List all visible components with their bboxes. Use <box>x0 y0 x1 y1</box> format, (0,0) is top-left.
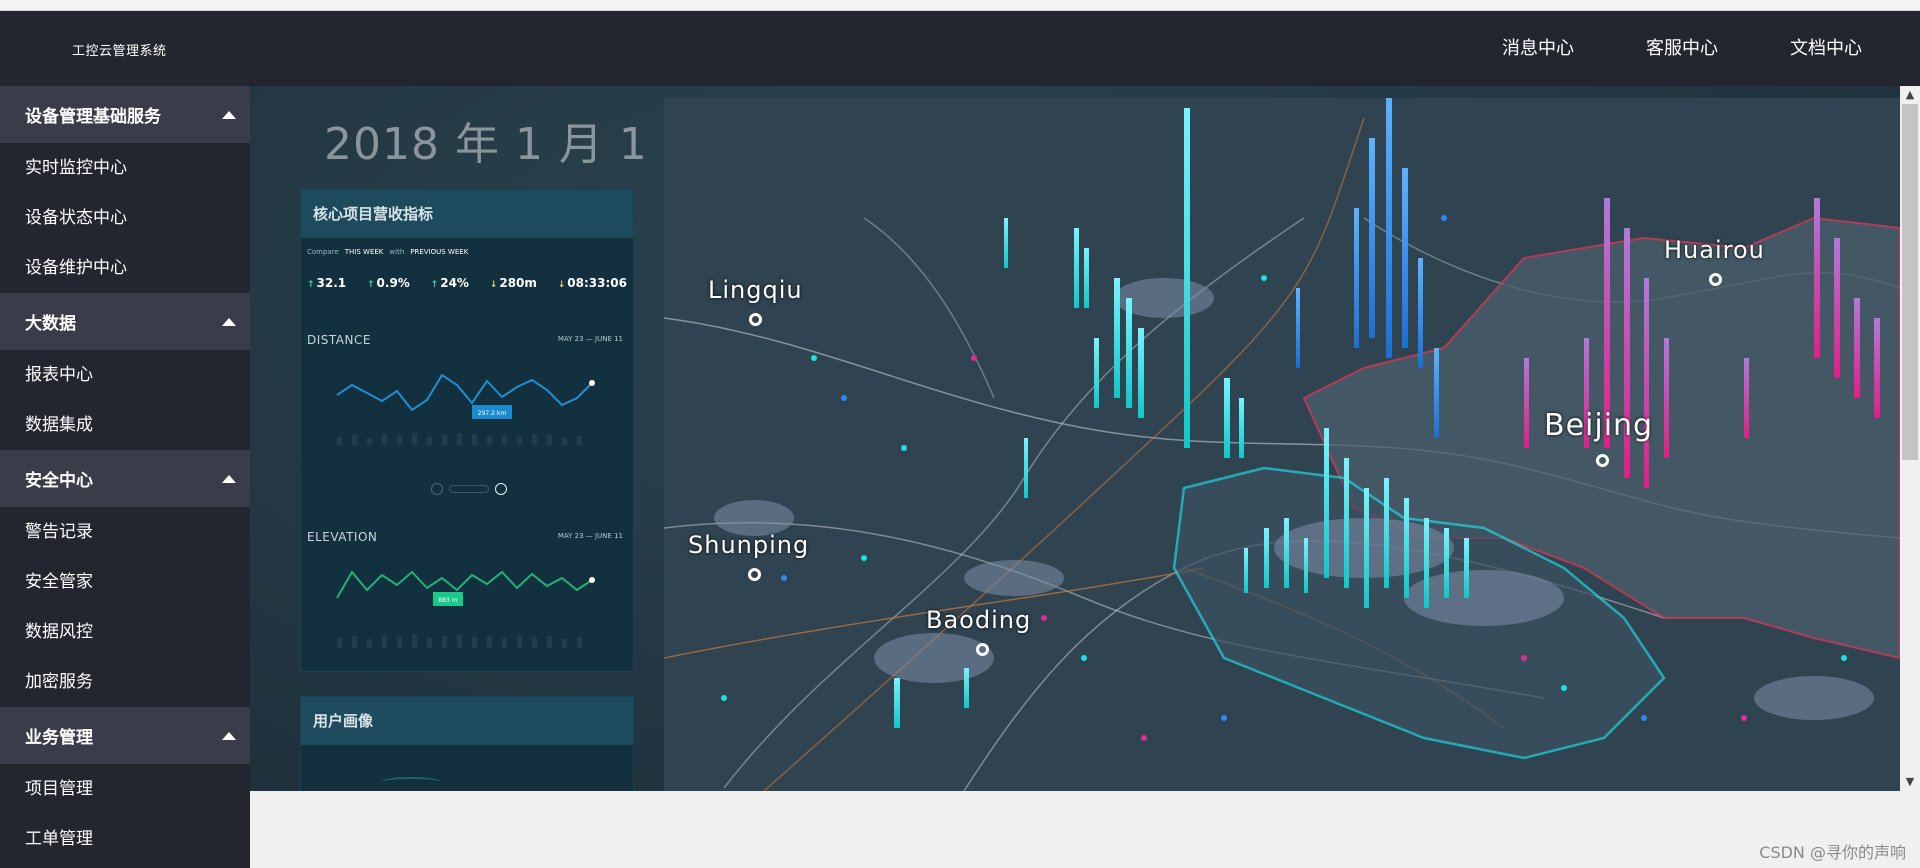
arrow-down-icon: ↓ <box>489 280 498 290</box>
city-marker-lingqiu <box>749 313 762 326</box>
menu-item-project-management[interactable]: 项目管理 <box>0 764 250 814</box>
stat-value: 24% <box>440 276 469 290</box>
menu-item-report-center[interactable]: 报表中心 <box>0 350 250 400</box>
arrow-up-icon: ↑ <box>307 280 315 290</box>
stats-row: ↑ 32.1 ↑ 0.9% ↑ 24% ↓ 280m ↓ 08:33:06 <box>307 276 627 290</box>
menu-group-title: 业务管理 <box>25 728 93 748</box>
caret-up-icon <box>222 110 236 119</box>
map-label-lingqiu: Lingqiu <box>708 276 803 304</box>
date-title: 2018 年 1 月 1 日 <box>324 119 708 170</box>
distance-bars <box>337 433 582 445</box>
nav-document-center[interactable]: 文档中心 <box>1762 11 1890 86</box>
arrow-up-icon: ↑ <box>430 280 439 290</box>
nav-message-center[interactable]: 消息中心 <box>1474 11 1602 86</box>
menu-group-title: 大数据 <box>25 314 76 334</box>
menu-group-security-center[interactable]: 安全中心 <box>0 450 250 507</box>
stat-value: 32.1 <box>316 276 347 290</box>
menu-item-realtime-monitor[interactable]: 实时监控中心 <box>0 143 250 193</box>
compare-row: Compare THIS WEEK with PREVIOUS WEEK <box>307 248 468 256</box>
panel-title: 核心项目营收指标 <box>301 190 633 238</box>
menu-group-title: 安全中心 <box>25 471 93 491</box>
city-marker-baoding <box>976 643 989 656</box>
menu-group-device-management[interactable]: 设备管理基础服务 <box>0 86 250 143</box>
city-marker-shunping <box>748 568 761 581</box>
stat-item: ↑ 0.9% <box>367 276 410 290</box>
menu-group-business-management[interactable]: 业务管理 <box>0 707 250 764</box>
stat-value: 280m <box>499 276 537 290</box>
elevation-tooltip: 883 m <box>438 597 457 604</box>
compare-this-week[interactable]: THIS WEEK <box>345 248 384 256</box>
beijing-3d-map: Lingqiu Huairou Beijing Shunping Baoding <box>664 98 1900 791</box>
distance-range: MAY 23 — JUNE 11 <box>557 335 623 343</box>
menu-item-security-keeper[interactable]: 安全管家 <box>0 557 250 607</box>
stat-value: 0.9% <box>376 276 410 290</box>
elevation-range: MAY 23 — JUNE 11 <box>557 532 623 540</box>
distance-endpoint <box>589 380 595 386</box>
map-graphics <box>664 98 1900 791</box>
arrow-down-icon: ↓ <box>557 280 566 290</box>
main-content: 2018 年 1 月 1 日 核心项目营收指标 Compare THIS WEE… <box>250 86 1920 791</box>
compare-label: Compare <box>307 248 339 256</box>
arrow-up-icon: ↑ <box>367 280 375 290</box>
vertical-scrollbar[interactable]: ▲ ▼ <box>1900 86 1920 791</box>
caret-up-icon <box>222 474 236 483</box>
next-page-button[interactable] <box>495 483 507 495</box>
user-profile-panel: 用户画像 <box>300 696 634 791</box>
content-footer-area <box>250 791 1920 868</box>
elevation-chart-title: ELEVATION <box>307 530 378 544</box>
stat-item: ↓ 280m <box>490 276 537 290</box>
map-label-huairou: Huairou <box>1664 236 1765 264</box>
csdn-watermark: CSDN @寻你的声响 <box>1759 843 1906 862</box>
map-label-baoding: Baoding <box>926 606 1032 634</box>
menu-item-device-status[interactable]: 设备状态中心 <box>0 193 250 243</box>
stat-item: ↓ 08:33:06 <box>558 276 627 290</box>
menu-group-title: 设备管理基础服务 <box>25 107 161 127</box>
menu-item-data-integration[interactable]: 数据集成 <box>0 400 250 450</box>
elevation-line-chart: 883 m <box>336 570 595 648</box>
scroll-thumb[interactable] <box>1902 104 1918 460</box>
stat-item: ↑ 24% <box>431 276 469 290</box>
menu-item-device-maintenance[interactable]: 设备维护中心 <box>0 243 250 293</box>
dashboard-image: 2018 年 1 月 1 日 核心项目营收指标 Compare THIS WEE… <box>250 86 1900 791</box>
city-marker-huairou <box>1709 273 1722 286</box>
elevation-line <box>336 570 593 599</box>
menu-item-alert-records[interactable]: 警告记录 <box>0 507 250 557</box>
top-bar: 工控云管理系统 消息中心 客服中心 文档中心 <box>0 11 1920 86</box>
panel-title: 用户画像 <box>301 697 633 745</box>
elevation-endpoint <box>589 577 595 583</box>
compare-previous-week[interactable]: PREVIOUS WEEK <box>410 248 468 256</box>
stat-value: 08:33:06 <box>567 276 627 290</box>
distance-line-chart: 297.2 km <box>336 373 595 445</box>
menu-item-data-risk-control[interactable]: 数据风控 <box>0 607 250 657</box>
brand-title: 工控云管理系统 <box>72 44 167 59</box>
distance-tooltip: 297.2 km <box>478 410 507 417</box>
city-marker-beijing <box>1596 454 1609 467</box>
map-label-shunping: Shunping <box>688 531 810 559</box>
distance-pager <box>431 483 511 495</box>
distance-chart-title: DISTANCE <box>307 333 371 347</box>
elevation-bars <box>337 634 582 648</box>
menu-item-ticket-management[interactable]: 工单管理 <box>0 814 250 864</box>
top-nav: 消息中心 客服中心 文档中心 <box>1474 11 1920 86</box>
caret-up-icon <box>222 731 236 740</box>
distance-line <box>336 373 593 412</box>
core-metrics-panel: 核心项目营收指标 Compare THIS WEEK with PREVIOUS… <box>300 189 634 672</box>
caret-up-icon <box>222 317 236 326</box>
compare-with: with <box>389 248 405 256</box>
stat-item: ↑ 32.1 <box>307 276 346 290</box>
page-selector[interactable] <box>449 485 489 493</box>
nav-customer-service[interactable]: 客服中心 <box>1618 11 1746 86</box>
scroll-down-arrow-icon[interactable]: ▼ <box>1903 775 1917 789</box>
scroll-up-arrow-icon[interactable]: ▲ <box>1903 88 1917 102</box>
prev-page-button[interactable] <box>431 483 443 495</box>
map-label-beijing: Beijing <box>1544 408 1654 443</box>
user-profile-chart-arc <box>381 777 441 787</box>
sidebar: 设备管理基础服务 实时监控中心 设备状态中心 设备维护中心 大数据 报表中心 数… <box>0 86 250 868</box>
menu-group-big-data[interactable]: 大数据 <box>0 293 250 350</box>
browser-bookmarks-strip <box>0 0 1920 11</box>
menu-item-encryption-service[interactable]: 加密服务 <box>0 657 250 707</box>
